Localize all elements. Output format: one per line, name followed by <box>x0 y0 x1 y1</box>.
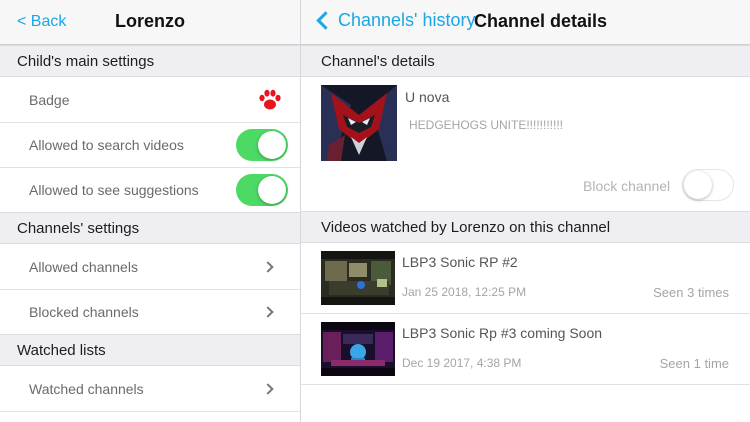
toggle-knob <box>258 131 286 159</box>
allowed-search-row: Allowed to search videos <box>0 123 300 168</box>
child-settings-panel: < Back Lorenzo Child's main settings Bad… <box>0 0 300 422</box>
video-title: LBP3 Sonic Rp #3 coming Soon <box>402 325 603 341</box>
channel-details-panel: Channels' history Channel details Channe… <box>301 0 750 422</box>
video-thumbnail <box>321 251 395 305</box>
row-label: Watched channels <box>29 381 144 397</box>
section-header-videos-watched: Videos watched by Lorenzo on this channe… <box>301 211 750 243</box>
page-title: Channel details <box>474 11 608 31</box>
chevron-left-icon <box>316 11 335 30</box>
left-nav-bar: < Back Lorenzo <box>0 0 300 45</box>
video-seen-count: Seen 3 times <box>653 285 729 300</box>
row-label: Badge <box>29 92 70 108</box>
video-date: Dec 19 2017, 4:38 PM <box>402 356 522 370</box>
badge-row[interactable]: Badge <box>0 78 300 123</box>
video-seen-count: Seen 1 time <box>659 356 729 371</box>
block-channel-toggle[interactable] <box>682 169 734 201</box>
back-label: Channels' history <box>338 10 476 30</box>
video-date: Jan 25 2018, 12:25 PM <box>402 285 527 299</box>
video-thumbnail-image <box>321 322 395 376</box>
section-header-channel-details: Channel's details <box>301 45 750 77</box>
section-header-main-settings: Child's main settings <box>0 45 300 77</box>
section-title: Channel's details <box>321 53 435 70</box>
channels-history-back-button[interactable]: Channels' history <box>313 10 476 31</box>
video-thumbnail-image <box>321 251 395 305</box>
allowed-search-toggle[interactable] <box>236 129 288 161</box>
video-title: LBP3 Sonic RP #2 <box>402 254 518 270</box>
video-row[interactable]: LBP3 Sonic RP #2 Jan 25 2018, 12:25 PM S… <box>301 243 750 314</box>
chevron-right-icon <box>262 261 274 273</box>
allowed-channels-row[interactable]: Allowed channels <box>0 245 300 290</box>
right-nav-bar: Channels' history Channel details <box>301 0 750 45</box>
chevron-right-icon <box>262 306 274 318</box>
page-title: Lorenzo <box>115 11 185 31</box>
section-header-channels-settings: Channels' settings <box>0 212 300 244</box>
block-channel-label: Block channel <box>583 178 671 194</box>
section-title: Channels' settings <box>17 220 140 237</box>
channel-avatar-image <box>321 85 397 161</box>
channel-avatar <box>321 85 397 161</box>
toggle-knob <box>684 171 712 199</box>
row-label: Blocked channels <box>29 304 139 320</box>
allowed-suggestions-row: Allowed to see suggestions <box>0 168 300 213</box>
channel-info: U nova HEDGEHOGS UNITE!!!!!!!!!!! Block … <box>301 78 750 211</box>
section-header-watched-lists: Watched lists <box>0 334 300 366</box>
allowed-suggestions-toggle[interactable] <box>236 174 288 206</box>
video-thumbnail <box>321 322 395 376</box>
blocked-channels-row[interactable]: Blocked channels <box>0 290 300 335</box>
paw-icon[interactable] <box>258 89 282 111</box>
channel-description: HEDGEHOGS UNITE!!!!!!!!!!! <box>409 118 564 132</box>
row-label: Allowed channels <box>29 259 138 275</box>
section-title: Videos watched by Lorenzo on this channe… <box>321 219 611 236</box>
row-label: Allowed to search videos <box>29 137 184 153</box>
watched-channels-row[interactable]: Watched channels <box>0 367 300 412</box>
toggle-knob <box>258 176 286 204</box>
chevron-right-icon <box>262 383 274 395</box>
section-title: Watched lists <box>17 342 106 359</box>
video-row[interactable]: LBP3 Sonic Rp #3 coming Soon Dec 19 2017… <box>301 314 750 385</box>
section-title: Child's main settings <box>17 53 155 70</box>
row-label: Allowed to see suggestions <box>29 182 199 198</box>
channel-name: U nova <box>405 89 450 105</box>
